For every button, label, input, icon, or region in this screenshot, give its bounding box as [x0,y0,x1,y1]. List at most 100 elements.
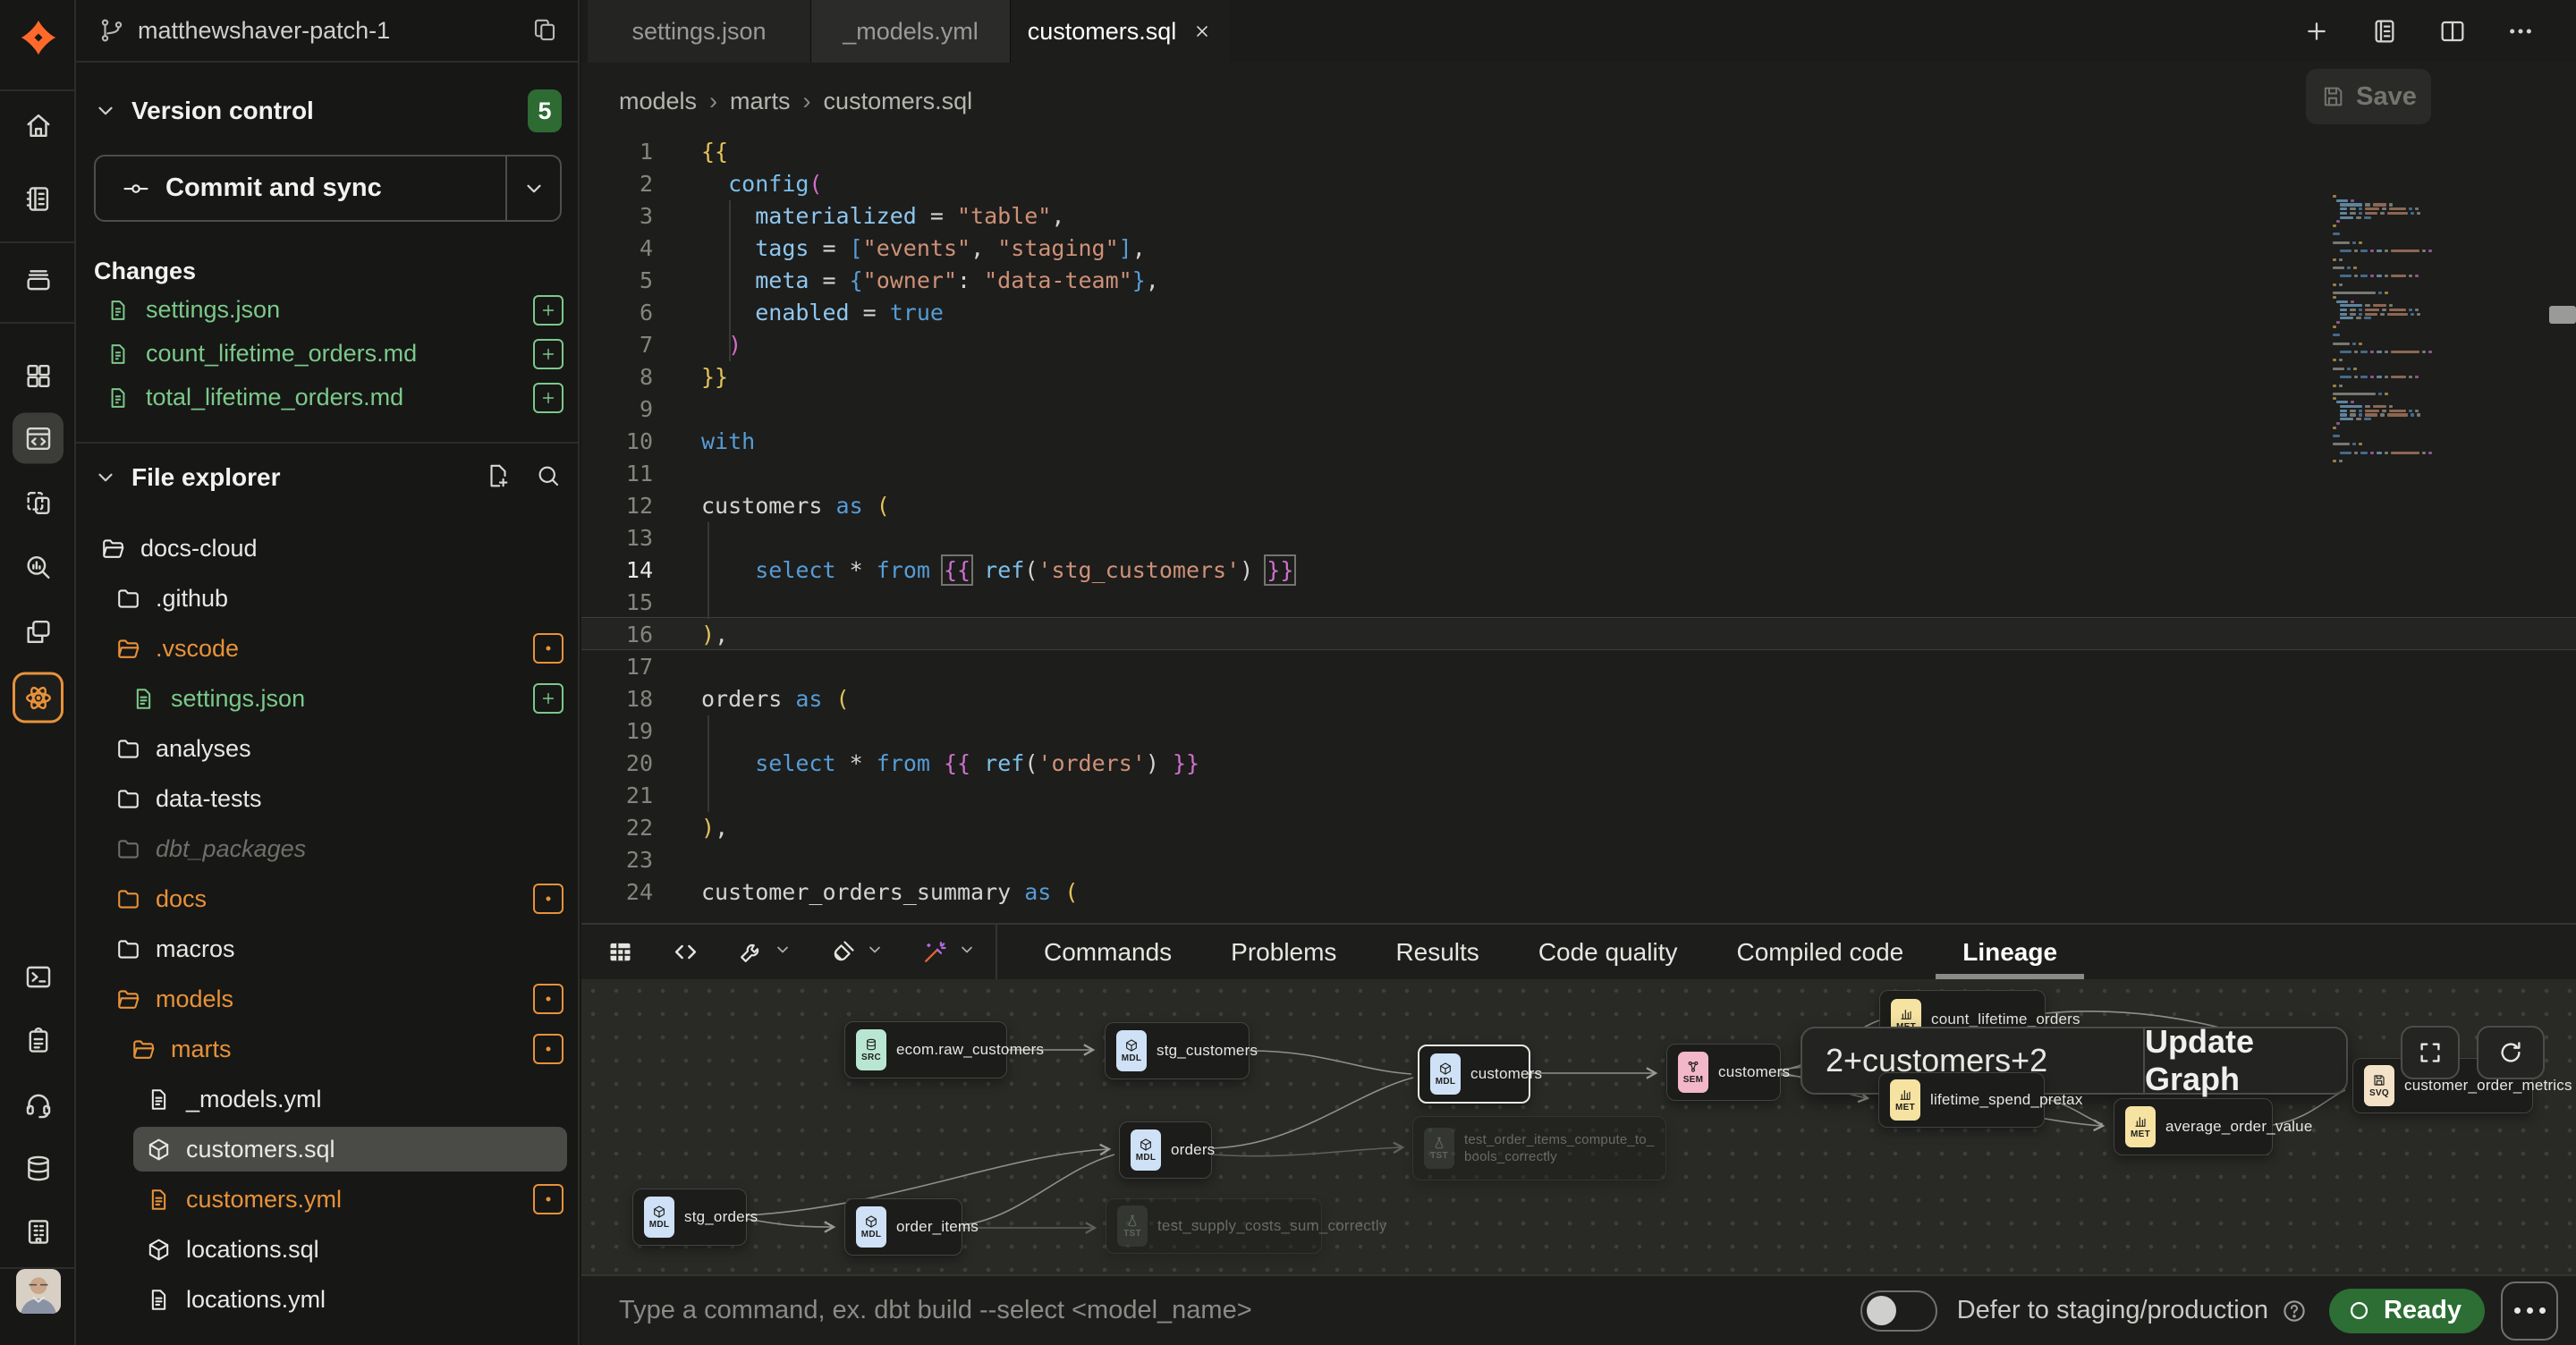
version-control-header: Version control 5 [94,89,562,132]
rail-item-windows[interactable] [13,606,64,657]
tree-item-analyses[interactable]: analyses [76,723,580,774]
change-row[interactable]: settings.json [76,288,580,332]
refresh-graph-button[interactable] [2477,1026,2545,1079]
modified-badge[interactable] [533,884,564,914]
modified-badge[interactable] [533,633,564,664]
rail-item-code-window[interactable] [13,413,64,464]
panel-tab-code-quality[interactable]: Code quality [1538,924,1678,980]
tree-item-models[interactable]: models [76,974,580,1024]
help-icon[interactable] [2281,1298,2308,1324]
editor-tab-settings-json[interactable]: settings.json [588,0,811,63]
panel-tab-results[interactable]: Results [1395,924,1479,980]
tree-item--github[interactable]: .github [76,573,580,623]
change-row[interactable]: total_lifetime_orders.md [76,376,580,419]
rail-item-building[interactable] [13,1206,64,1257]
editor-tab-customers-sql[interactable]: customers.sql [1011,0,1229,63]
rail-item-atom[interactable] [13,672,64,723]
file-tree: docs-cloud.github.vscodesettings.jsonana… [76,523,580,1345]
tree-item-settings-json[interactable]: settings.json [76,673,580,723]
new-file-icon[interactable] [485,462,512,494]
panel-tab-commands[interactable]: Commands [1044,924,1172,980]
tree-item-customers-sql[interactable]: customers.sql [76,1124,580,1174]
tree-item--vscode[interactable]: .vscode [76,623,580,673]
lineage-node-lifetime-spend-pretax[interactable]: METlifetime_spend_pretax [1878,1072,2045,1128]
lineage-node-stg-customers[interactable]: MDLstg_customers [1105,1022,1250,1079]
minimap[interactable] [2333,195,2522,472]
stage-change-button[interactable] [533,383,564,413]
lineage-node-customers-model[interactable]: MDLcustomers [1418,1045,1530,1104]
tree-item-dbt-packages[interactable]: dbt_packages [76,824,580,874]
tree-item-docs[interactable]: docs [76,874,580,924]
lineage-node-stg-orders[interactable]: MDLstg_orders [632,1189,747,1246]
branch-name[interactable]: matthewshaver-patch-1 [138,17,531,45]
chevron-down-icon[interactable] [94,466,117,489]
more-options-button[interactable] [2501,1282,2558,1341]
stage-change-button[interactable] [533,339,564,369]
defer-toggle[interactable] [1860,1290,1937,1332]
rail-item-terminal[interactable] [13,952,64,1002]
added-badge[interactable] [533,683,564,714]
lineage-node-test-supply-costs[interactable]: TSTtest_supply_costs_sum_correctly [1106,1198,1322,1254]
new-tab-icon[interactable] [2302,17,2331,46]
rail-item-clipboard[interactable] [13,1015,64,1066]
lineage-canvas[interactable]: SRCecom.raw_customers MDLstg_customers MDL… [581,979,2576,1274]
rail-item-headset[interactable] [13,1079,64,1130]
code-view-icon[interactable] [672,938,699,966]
chevron-down-icon[interactable] [94,99,117,123]
panel-tab-lineage[interactable]: Lineage [1962,924,2057,980]
code-editor[interactable]: 1{{2 config(3 materialized = "table",4 t… [581,63,2576,923]
panel-tab-compiled-code[interactable]: Compiled code [1736,924,1903,980]
tree-item-locations-sql[interactable]: locations.sql [76,1224,580,1274]
close-tab-icon[interactable] [1192,21,1212,41]
lineage-node-order-items[interactable]: MDLorder_items [844,1198,962,1256]
tree-item-customers-yml[interactable]: customers.yml [76,1174,580,1224]
rail-item-home[interactable] [13,100,64,151]
file-icon [106,342,131,367]
results-table-icon[interactable] [606,938,634,966]
search-files-icon[interactable] [535,462,562,494]
split-editor-icon[interactable] [2438,17,2467,46]
rail-item-grid[interactable] [13,351,64,402]
format-button[interactable] [829,938,884,966]
stage-change-button[interactable] [533,295,564,326]
avatar[interactable] [16,1269,61,1314]
modified-badge[interactable] [533,984,564,1014]
tree-item-locations-yml[interactable]: locations.yml [76,1274,580,1324]
rail-item-copy-dashed[interactable] [13,478,64,529]
tree-item-macros[interactable]: macros [76,924,580,974]
lineage-node-ecom-raw-customers[interactable]: SRCecom.raw_customers [844,1021,1007,1079]
lineage-node-test-order-items[interactable]: TSTtest_order_items_compute_to_bools_cor… [1412,1116,1666,1180]
minimap-slider[interactable] [2549,306,2576,324]
modified-badge[interactable] [533,1184,564,1214]
tree-item-marts[interactable]: marts [76,1024,580,1074]
commit-and-sync-button[interactable]: Commit and sync [94,155,562,222]
commit-options-caret[interactable] [505,156,560,220]
rail-item-notebook[interactable] [13,173,64,224]
rail-item-search-insights[interactable] [13,542,64,593]
command-input[interactable] [581,1296,1860,1325]
file-icon [146,1187,172,1213]
copy-branch-icon[interactable] [531,17,558,44]
rail-item-database[interactable] [13,1143,64,1194]
ai-assist-button[interactable] [921,938,976,966]
rail-item-stack[interactable] [13,254,64,305]
update-graph-button[interactable]: Update Graph [2145,1028,2346,1093]
mdl-badge-icon: MDL [1131,1129,1161,1171]
editor-tab--models-yml[interactable]: _models.yml [811,0,1011,63]
status-badge-ready[interactable]: Ready [2329,1289,2485,1333]
tree-item--models-yml[interactable]: _models.yml [76,1074,580,1124]
notebook-panel-icon[interactable] [2370,17,2399,46]
lineage-node-orders[interactable]: MDLorders [1119,1121,1212,1179]
panel-tab-problems[interactable]: Problems [1231,924,1336,980]
tree-item-docs-cloud[interactable]: docs-cloud [76,523,580,573]
modified-badge[interactable] [533,1034,564,1064]
fullscreen-button[interactable] [2401,1026,2460,1079]
file-icon [146,1087,172,1112]
lineage-node-average-order-value[interactable]: METaverage_order_value [2114,1098,2273,1155]
change-row[interactable]: count_lifetime_orders.md [76,332,580,376]
lineage-node-customers-semantic[interactable]: SEMcustomers [1666,1044,1781,1101]
dbt-logo-icon[interactable] [0,13,76,63]
build-tools-button[interactable] [737,938,792,966]
more-actions-icon[interactable] [2506,17,2535,46]
tree-item-data-tests[interactable]: data-tests [76,774,580,824]
